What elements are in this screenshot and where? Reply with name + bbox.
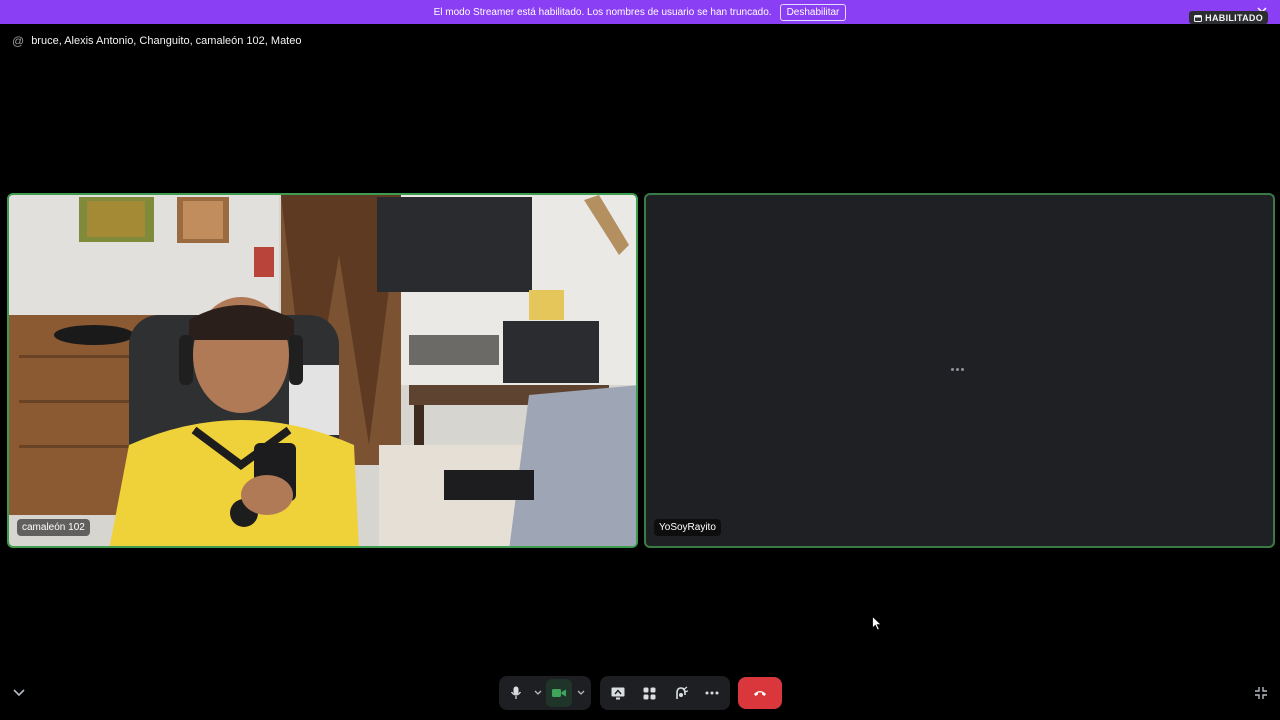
- more-icon: [705, 691, 719, 695]
- toggle-panel-button[interactable]: [10, 684, 28, 702]
- participant-list: bruce, Alexis Antonio, Changuito, camale…: [31, 35, 302, 47]
- streamer-status-badge: HABILITADO: [1189, 11, 1268, 24]
- action-controls: [600, 676, 730, 710]
- video-tile-participant[interactable]: camaleón 102: [7, 193, 638, 548]
- disable-streamer-button[interactable]: Deshabilitar: [779, 3, 847, 21]
- activities-icon: [643, 687, 656, 699]
- mouse-cursor: [872, 616, 882, 631]
- exit-fullscreen-button[interactable]: [1252, 684, 1270, 702]
- microphone-options-button[interactable]: [531, 679, 544, 707]
- soundboard-button[interactable]: [667, 679, 695, 707]
- camera-button[interactable]: [546, 679, 572, 707]
- streamer-mode-banner: El modo Streamer está habilitado. Los no…: [0, 0, 1280, 24]
- screen-share-icon: [611, 687, 625, 699]
- hang-up-icon: [754, 691, 766, 696]
- loading-indicator: [951, 368, 964, 371]
- chevron-down-icon: [577, 690, 584, 695]
- webcam-video-feed: [9, 195, 636, 546]
- badge-label: HABILITADO: [1205, 12, 1263, 23]
- at-icon: @: [12, 34, 25, 48]
- video-tile-participant-2[interactable]: YoSoyRayito: [644, 193, 1275, 548]
- participant-name-tag-2: YoSoyRayito: [654, 519, 721, 536]
- share-screen-button[interactable]: [604, 679, 632, 707]
- microphone-icon: [510, 686, 522, 699]
- camera-options-button[interactable]: [574, 679, 587, 707]
- camera-icon: [552, 689, 566, 697]
- chevron-down-icon: [13, 689, 25, 697]
- activities-button[interactable]: [636, 679, 664, 707]
- media-controls: [499, 676, 591, 710]
- soundboard-icon: [675, 686, 688, 699]
- disconnect-button[interactable]: [738, 677, 782, 709]
- calendar-icon: [1194, 14, 1203, 22]
- banner-message: El modo Streamer está habilitado. Los no…: [433, 6, 772, 18]
- chevron-down-icon: [534, 690, 541, 695]
- microphone-button[interactable]: [503, 679, 529, 707]
- more-options-button[interactable]: [699, 679, 727, 707]
- minimize-icon: [1255, 687, 1267, 699]
- participant-name-tag: camaleón 102: [17, 519, 90, 536]
- call-header: @ bruce, Alexis Antonio, Changuito, cama…: [0, 24, 1280, 58]
